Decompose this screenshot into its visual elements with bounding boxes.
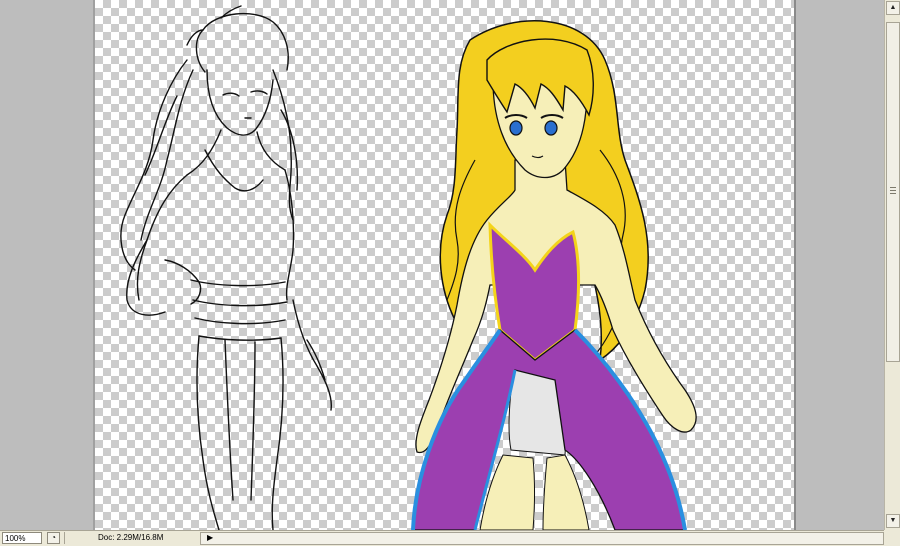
vertical-scrollbar[interactable]: ▲ ▼ [884, 0, 900, 530]
zoom-level-field[interactable]: 100% [2, 532, 42, 544]
status-bar: 100% ◔ Doc: 2.29M/16.8M ▶ [0, 530, 900, 546]
artwork [120, 5, 697, 530]
canvas-edge-right [794, 0, 796, 530]
arrow-right-icon[interactable]: ▶ [207, 533, 213, 543]
status-separator [64, 532, 65, 544]
document-size-info[interactable]: Doc: 2.29M/16.8M [98, 532, 163, 544]
document-canvas[interactable] [95, 0, 794, 530]
scrollbar-corner [884, 530, 900, 546]
lineart-figure [120, 5, 332, 530]
horizontal-scrollbar[interactable] [200, 532, 884, 545]
colored-figure [411, 20, 697, 530]
navigator-icon[interactable]: ◔ [47, 532, 60, 544]
arrow-up-icon[interactable]: ▲ [886, 1, 900, 15]
arrow-down-icon[interactable]: ▼ [886, 514, 900, 528]
grip-icon [890, 187, 896, 188]
vertical-scroll-thumb[interactable] [886, 22, 900, 362]
